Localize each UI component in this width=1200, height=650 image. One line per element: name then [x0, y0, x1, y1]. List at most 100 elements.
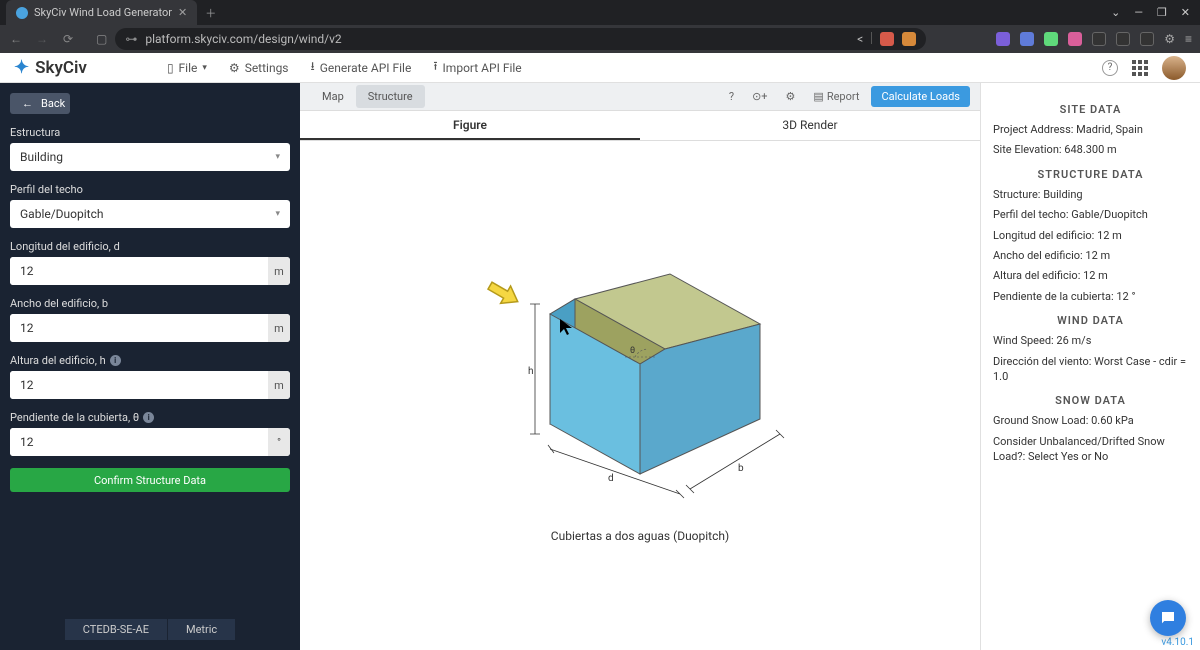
browser-tab[interactable]: SkyCiv Wind Load Generator ✕ — [6, 0, 197, 25]
row-perfil: Perfil del techo: Gable/Duopitch — [993, 207, 1188, 222]
version-label: v4.10.1 — [1161, 637, 1194, 648]
help-button[interactable]: ? — [723, 87, 740, 106]
tab-structure[interactable]: Structure — [356, 85, 425, 108]
menu-import-api[interactable]: ⭱ Import API File — [433, 57, 521, 78]
tab-title: SkyCiv Wind Load Generator — [34, 6, 172, 19]
select-perfil[interactable]: Gable/Duopitch ▾ — [10, 200, 290, 228]
apps-icon[interactable] — [1132, 60, 1148, 76]
nav-back-icon[interactable]: ← — [8, 32, 24, 46]
help-icon[interactable]: ? — [1102, 60, 1118, 76]
ext-icon-2[interactable] — [902, 32, 916, 46]
heading-structure-data: STRUCTURE DATA — [993, 168, 1188, 181]
sidebar-footer: CTEDB-SE-AE Metric — [10, 619, 290, 640]
chat-button[interactable] — [1150, 600, 1186, 636]
row-ground-snow: Ground Snow Load: 0.60 kPa — [993, 413, 1188, 428]
url-input[interactable]: ⊶ platform.skyciv.com/design/wind/v2 < — [115, 28, 926, 50]
browser-titlebar: SkyCiv Wind Load Generator ✕ ＋ ⌄ — ❐ ✕ — [0, 0, 1200, 25]
figure-caption: Cubiertas a dos aguas (Duopitch) — [551, 529, 729, 543]
main: ← Back Estructura Building ▾ Perfil del … — [0, 83, 1200, 650]
confirm-structure-button[interactable]: Confirm Structure Data — [10, 468, 290, 492]
upload-icon: ⭱ — [433, 57, 437, 78]
calculate-loads-button[interactable]: Calculate Loads — [871, 86, 970, 107]
app-header: ✦ SkyCiv ▯ File ▾ ⚙ Settings ⭳ Generate … — [0, 53, 1200, 83]
input-ancho[interactable]: m — [10, 314, 290, 342]
select-estructura[interactable]: Building ▾ — [10, 143, 290, 171]
dim-d: d — [608, 473, 614, 484]
chevron-down-icon: ▾ — [275, 209, 280, 219]
tab-favicon — [16, 7, 28, 19]
label-longitud: Longitud del edificio, d — [10, 240, 290, 253]
unit-m: m — [268, 314, 290, 342]
report-button[interactable]: ▤Report — [807, 87, 865, 106]
window-close-icon[interactable]: ✕ — [1181, 6, 1190, 19]
settings-button[interactable]: ⚙ — [780, 87, 802, 106]
ext-icon-4[interactable] — [1020, 32, 1034, 46]
gear-icon: ⚙ — [786, 90, 796, 103]
label-ancho: Ancho del edificio, b — [10, 297, 290, 310]
chevron-down-icon[interactable]: ⌄ — [1111, 6, 1120, 19]
logo[interactable]: ✦ SkyCiv — [14, 57, 87, 78]
input-altura[interactable]: m — [10, 371, 290, 399]
back-button[interactable]: ← Back — [10, 93, 70, 114]
logo-icon: ✦ — [14, 57, 29, 78]
site-settings-icon[interactable]: ⊶ — [125, 32, 137, 46]
share-icon[interactable]: < — [857, 32, 863, 46]
chevron-down-icon: ▾ — [275, 152, 280, 162]
ext-icon-1[interactable] — [880, 32, 894, 46]
row-structure: Structure: Building — [993, 187, 1188, 202]
unit-deg: ° — [268, 428, 290, 456]
label-altura: Altura del edificio, h i — [10, 354, 290, 367]
ext-icon-3[interactable] — [996, 32, 1010, 46]
minimize-icon[interactable]: — — [1134, 6, 1143, 19]
avatar[interactable] — [1162, 56, 1186, 80]
heading-wind-data: WIND DATA — [993, 314, 1188, 327]
info-icon[interactable]: i — [110, 355, 121, 366]
tab-map[interactable]: Map — [310, 85, 356, 108]
view-tab-render[interactable]: 3D Render — [640, 111, 980, 140]
menu-settings[interactable]: ⚙ Settings — [229, 57, 289, 78]
row-wind-speed: Wind Speed: 26 m/s — [993, 333, 1188, 348]
row-altura: Altura del edificio: 12 m — [993, 268, 1188, 283]
info-icon[interactable]: i — [143, 412, 154, 423]
content: Map Structure ? ⊙+ ⚙ ▤Report Calculate L… — [300, 83, 1200, 650]
row-project-address: Project Address: Madrid, Spain — [993, 122, 1188, 137]
reload-icon[interactable]: ⟳ — [60, 32, 76, 46]
nav-forward-icon[interactable]: → — [34, 32, 50, 46]
heading-snow-data: SNOW DATA — [993, 394, 1188, 407]
row-ancho: Ancho del edificio: 12 m — [993, 248, 1188, 263]
figure-area: θ h d b Cubiertas a dos aguas (Duopitch) — [300, 141, 980, 650]
code-selector[interactable]: CTEDB-SE-AE — [65, 619, 167, 640]
ext-icon-5[interactable] — [1044, 32, 1058, 46]
close-icon[interactable]: ✕ — [178, 6, 187, 19]
bookmark-icon[interactable]: ▢ — [96, 32, 107, 46]
dim-b: b — [738, 463, 744, 474]
extensions-icon[interactable]: ⚙ — [1164, 32, 1175, 46]
label-pendiente: Pendiente de la cubierta, θ i — [10, 411, 290, 424]
label-estructura: Estructura — [10, 126, 290, 139]
ext-icon-9[interactable] — [1140, 32, 1154, 46]
browser-addressbar: ← → ⟳ ▢ ⊶ platform.skyciv.com/design/win… — [0, 25, 1200, 53]
input-pendiente[interactable]: ° — [10, 428, 290, 456]
ext-icon-7[interactable] — [1092, 32, 1106, 46]
gear-icon: ⚙ — [229, 61, 240, 75]
logo-text: SkyCiv — [35, 58, 87, 78]
new-tab-button[interactable]: ＋ — [205, 5, 216, 21]
row-wind-dir: Dirección del viento: Worst Case - cdir … — [993, 354, 1188, 385]
ext-icon-8[interactable] — [1116, 32, 1130, 46]
right-panel: SITE DATA Project Address: Madrid, Spain… — [980, 83, 1200, 650]
input-longitud[interactable]: m — [10, 257, 290, 285]
view-tabs: Figure 3D Render — [300, 111, 980, 141]
unit-m: m — [268, 257, 290, 285]
file-icon: ▯ — [167, 61, 174, 75]
view-tab-figure[interactable]: Figure — [300, 111, 640, 140]
unit-selector[interactable]: Metric — [167, 619, 235, 640]
menu-generate-api[interactable]: ⭳ Generate API File — [311, 57, 412, 78]
center-panel: Map Structure ? ⊙+ ⚙ ▤Report Calculate L… — [300, 83, 980, 650]
menu-icon[interactable]: ≡ — [1185, 32, 1192, 46]
maximize-icon[interactable]: ❐ — [1157, 6, 1167, 19]
menu-file[interactable]: ▯ File ▾ — [167, 57, 207, 78]
unit-m: m — [268, 371, 290, 399]
ext-icon-6[interactable] — [1068, 32, 1082, 46]
url-text: platform.skyciv.com/design/wind/v2 — [145, 32, 341, 46]
zoom-button[interactable]: ⊙+ — [746, 87, 773, 106]
